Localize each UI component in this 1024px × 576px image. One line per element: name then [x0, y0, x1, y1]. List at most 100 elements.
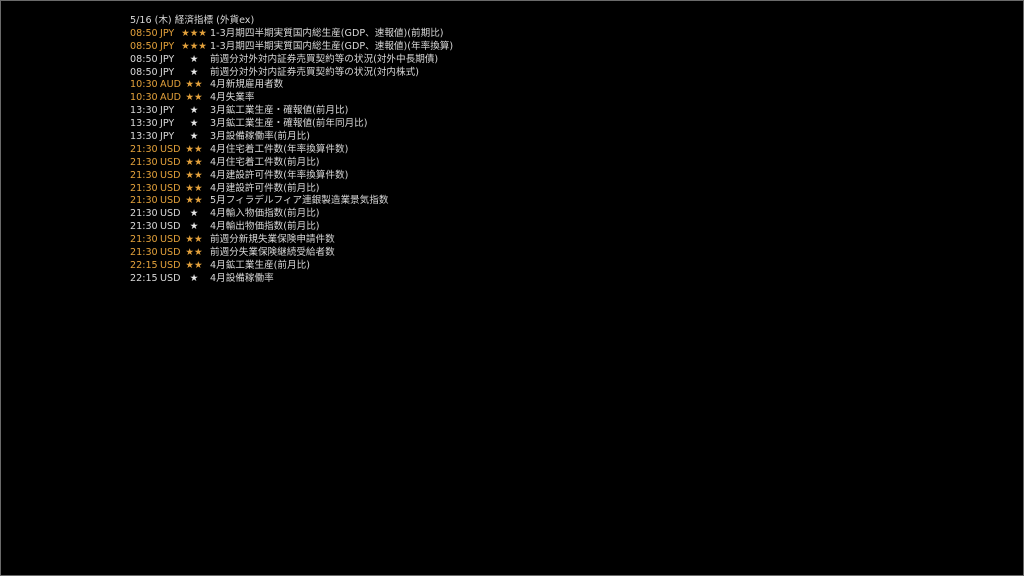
event-name: 前週分新規失業保険申請件数 [210, 234, 335, 246]
event-name: 4月失業率 [210, 92, 255, 104]
importance-stars-icon: ★ [189, 66, 199, 78]
event-currency: AUD [160, 79, 181, 91]
event-row: 22:15 USD ★★ 4月鉱工業生産(前月比) [130, 260, 730, 273]
event-currency: JPY [160, 27, 175, 39]
importance-stars-icon: ★★ [185, 195, 203, 207]
event-time: 21:30 [130, 221, 158, 233]
event-currency: USD [160, 234, 181, 246]
event-row: 21:30 USD ★ 4月輸出物価指数(前月比) [130, 221, 730, 234]
event-currency: JPY [160, 53, 175, 65]
event-row: 10:30 AUD ★★ 4月失業率 [130, 92, 730, 105]
importance-stars-icon: ★★ [185, 79, 203, 91]
event-row: 21:30 USD ★★ 5月フィラデルフィア連銀製造業景気指数 [130, 195, 730, 208]
event-time: 21:30 [130, 234, 158, 246]
event-currency: USD [160, 208, 181, 220]
importance-stars-icon: ★★ [185, 247, 203, 259]
event-row: 13:30 JPY ★ 3月鉱工業生産・確報値(前年同月比) [130, 118, 730, 131]
event-row: 21:30 USD ★★ 4月住宅着工件数(年率換算件数) [130, 144, 730, 157]
event-row: 10:30 AUD ★★ 4月新規雇用者数 [130, 79, 730, 92]
event-currency: USD [160, 259, 181, 271]
event-currency: USD [160, 247, 181, 259]
event-time: 08:50 [130, 53, 158, 65]
importance-stars-icon: ★ [189, 272, 199, 284]
event-time: 10:30 [130, 79, 158, 91]
importance-stars-icon: ★★★ [181, 40, 207, 52]
event-row: 08:50 JPY ★★★ 1-3月期四半期実質国内総生産(GDP、速報値)(前… [130, 28, 730, 41]
event-name: 前週分対外対内証券売買契約等の状況(対外中長期債) [210, 53, 439, 65]
event-name: 1-3月期四半期実質国内総生産(GDP、速報値)(年率換算) [210, 40, 454, 52]
event-row: 08:50 JPY ★ 前週分対外対内証券売買契約等の状況(対外中長期債) [130, 54, 730, 67]
event-row: 21:30 USD ★★ 前週分失業保険継続受給者数 [130, 247, 730, 260]
event-time: 22:15 [130, 259, 158, 271]
importance-stars-icon: ★★ [185, 169, 203, 181]
importance-stars-icon: ★ [189, 53, 199, 65]
importance-stars-icon: ★★★ [181, 27, 207, 39]
event-name: 4月鉱工業生産(前月比) [210, 259, 310, 271]
event-name: 4月新規雇用者数 [210, 79, 284, 91]
event-time: 08:50 [130, 66, 158, 78]
event-list: 08:50 JPY ★★★ 1-3月期四半期実質国内総生産(GDP、速報値)(前… [130, 28, 730, 286]
event-row: 13:30 JPY ★ 3月設備稼働率(前月比) [130, 131, 730, 144]
importance-stars-icon: ★ [189, 221, 199, 233]
event-currency: USD [160, 143, 181, 155]
importance-stars-icon: ★★ [185, 143, 203, 155]
event-name: 前週分失業保険継続受給者数 [210, 247, 335, 259]
event-name: 3月設備稼働率(前月比) [210, 131, 310, 143]
event-currency: USD [160, 169, 181, 181]
event-row: 21:30 USD ★ 4月輸入物価指数(前月比) [130, 208, 730, 221]
importance-stars-icon: ★ [189, 105, 199, 117]
event-currency: JPY [160, 40, 175, 52]
event-time: 21:30 [130, 143, 158, 155]
importance-stars-icon: ★★ [185, 92, 203, 104]
event-time: 08:50 [130, 40, 158, 52]
importance-stars-icon: ★ [189, 208, 199, 220]
event-time: 22:15 [130, 272, 158, 284]
event-time: 13:30 [130, 118, 158, 130]
event-name: 4月建設許可件数(前月比) [210, 182, 320, 194]
event-currency: AUD [160, 92, 181, 104]
event-name: 前週分対外対内証券売買契約等の状況(対内株式) [210, 66, 419, 78]
calendar-title: 5/16 (木) 経済指標 (外貨ex) [130, 15, 255, 26]
economic-calendar-panel: 5/16 (木) 経済指標 (外貨ex) 08:50 JPY ★★★ 1-3月期… [130, 15, 730, 286]
importance-stars-icon: ★★ [185, 156, 203, 168]
event-row: 08:50 JPY ★ 前週分対外対内証券売買契約等の状況(対内株式) [130, 67, 730, 80]
importance-stars-icon: ★ [189, 131, 199, 143]
event-name: 4月住宅着工件数(前月比) [210, 156, 320, 168]
event-name: 4月輸入物価指数(前月比) [210, 208, 320, 220]
importance-stars-icon: ★★ [185, 259, 203, 271]
event-currency: USD [160, 272, 181, 284]
event-time: 13:30 [130, 105, 158, 117]
event-name: 3月鉱工業生産・確報値(前月比) [210, 105, 349, 117]
event-row: 22:15 USD ★ 4月設備稼働率 [130, 273, 730, 286]
importance-stars-icon: ★★ [185, 234, 203, 246]
event-time: 08:50 [130, 27, 158, 39]
event-row: 21:30 USD ★★ 前週分新規失業保険申請件数 [130, 234, 730, 247]
screen: 5/16 (木) 経済指標 (外貨ex) 08:50 JPY ★★★ 1-3月期… [0, 0, 1024, 576]
importance-stars-icon: ★★ [185, 182, 203, 194]
event-row: 21:30 USD ★★ 4月建設許可件数(前月比) [130, 183, 730, 196]
event-name: 4月設備稼働率 [210, 272, 274, 284]
event-row: 13:30 JPY ★ 3月鉱工業生産・確報値(前月比) [130, 105, 730, 118]
event-name: 3月鉱工業生産・確報値(前年同月比) [210, 118, 368, 130]
event-currency: USD [160, 156, 181, 168]
event-row: 08:50 JPY ★★★ 1-3月期四半期実質国内総生産(GDP、速報値)(年… [130, 41, 730, 54]
importance-stars-icon: ★ [189, 118, 199, 130]
event-time: 21:30 [130, 169, 158, 181]
event-time: 21:30 [130, 182, 158, 194]
event-currency: USD [160, 221, 181, 233]
event-row: 21:30 USD ★★ 4月建設許可件数(年率換算件数) [130, 170, 730, 183]
event-currency: USD [160, 195, 181, 207]
event-currency: JPY [160, 105, 175, 117]
event-time: 21:30 [130, 208, 158, 220]
event-row: 21:30 USD ★★ 4月住宅着工件数(前月比) [130, 157, 730, 170]
event-name: 4月建設許可件数(年率換算件数) [210, 169, 349, 181]
event-currency: JPY [160, 118, 175, 130]
event-time: 21:30 [130, 195, 158, 207]
event-name: 4月住宅着工件数(年率換算件数) [210, 143, 349, 155]
event-time: 21:30 [130, 156, 158, 168]
event-time: 21:30 [130, 247, 158, 259]
event-name: 4月輸出物価指数(前月比) [210, 221, 320, 233]
event-time: 13:30 [130, 131, 158, 143]
event-currency: USD [160, 182, 181, 194]
event-time: 10:30 [130, 92, 158, 104]
